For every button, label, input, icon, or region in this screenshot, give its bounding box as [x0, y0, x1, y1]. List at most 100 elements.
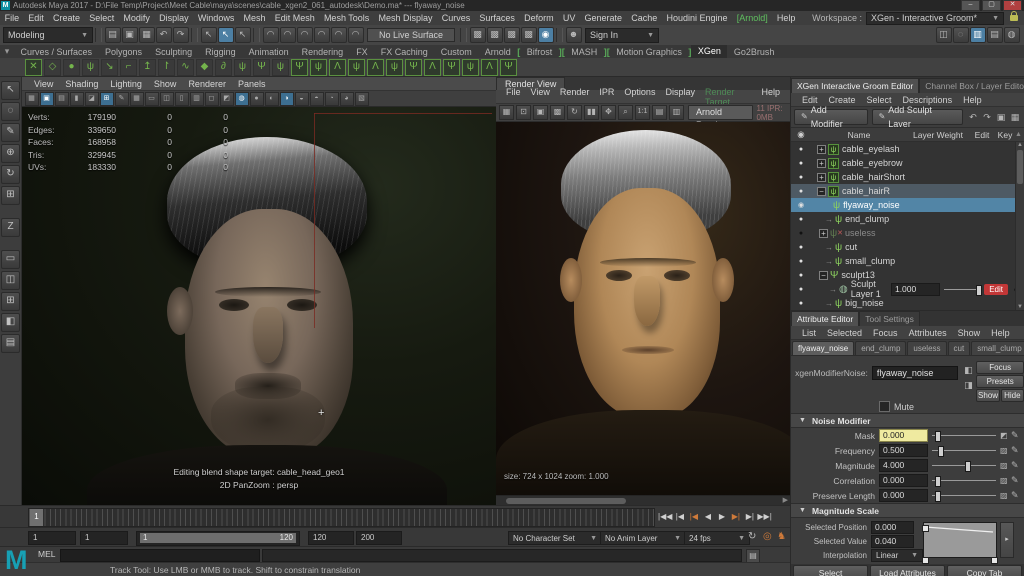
paint-select-tool-icon[interactable]: ✎	[1, 123, 20, 142]
motion-blur-icon[interactable]: ◔	[324, 91, 339, 106]
ao-icon[interactable]: ◓	[309, 91, 324, 106]
presets-button[interactable]: Presets	[976, 375, 1024, 388]
xgen-add-guides-icon[interactable]: ψ	[82, 58, 99, 76]
texture-map-icon[interactable]: ▨	[1000, 491, 1011, 500]
tree-row[interactable]: ● − Ψ sculpt13	[791, 268, 1024, 282]
viewport-menu-item[interactable]: Lighting	[104, 79, 148, 89]
viewport-menu-item[interactable]: View	[28, 79, 59, 89]
expression-icon[interactable]: ✎	[1011, 460, 1024, 471]
shelf-tab[interactable]: Go2Brush	[727, 47, 781, 57]
render-view-icon[interactable]: ◉	[537, 27, 554, 43]
prev-node-icon[interactable]: ◧	[962, 364, 974, 376]
safe-action-icon[interactable]: ◻	[204, 91, 219, 106]
ramp-widget[interactable]	[922, 522, 998, 564]
zoom-icon[interactable]: ⌕	[618, 105, 633, 120]
xgen-cut-icon[interactable]: ↾	[158, 58, 175, 76]
menu-item[interactable]: Mesh Tools	[319, 13, 374, 23]
remove-image-icon[interactable]: ▥	[669, 105, 684, 120]
trash-icon[interactable]: ▦	[1009, 111, 1021, 123]
xgen-place-icon[interactable]: ↘	[101, 58, 118, 76]
menu-item[interactable]: Help	[772, 13, 800, 23]
xgen-tool-icon[interactable]: Ψ	[500, 58, 517, 76]
attribute-menu-item[interactable]: Show	[952, 328, 986, 338]
rotate-tool-icon[interactable]: ↻	[1, 165, 20, 184]
2d-panzoom-icon[interactable]: ⊞	[99, 91, 114, 106]
menu-item[interactable]: Select	[85, 13, 119, 23]
fps-dropdown[interactable]: 24 fps ▼	[684, 531, 750, 545]
ramp-handle[interactable]	[922, 557, 929, 564]
xgen-groom-icon[interactable]: Ψ	[253, 58, 270, 76]
attribute-menu-item[interactable]: Attributes	[903, 328, 952, 338]
layout-hypershade-icon[interactable]: ▤	[1, 334, 20, 353]
ipr-render-icon[interactable]: ▩	[550, 105, 565, 120]
focus-button[interactable]: Focus	[976, 361, 1024, 374]
time-slider[interactable]: 1	[28, 508, 655, 527]
visibility-dot[interactable]: ●	[791, 272, 811, 279]
viewport-menu-item[interactable]: Show	[148, 79, 183, 89]
frequency-value-field[interactable]: 0.500	[879, 444, 928, 457]
isolate-select-icon[interactable]: ▧	[354, 91, 369, 106]
xgen-sculpt-icon[interactable]: Ψ	[291, 58, 308, 76]
camera-lock-icon[interactable]: ▣	[39, 91, 54, 106]
mask-slider[interactable]	[932, 430, 996, 442]
scroll-up-icon[interactable]: ▲	[1015, 131, 1024, 138]
scale-tool-icon[interactable]: ⊞	[1, 186, 20, 205]
bookmark-icon[interactable]: ▮	[69, 91, 84, 106]
visibility-dot[interactable]: ◉	[791, 201, 811, 209]
shelf-tab[interactable]: Sculpting	[149, 47, 199, 57]
attribute-editor-toggle-icon[interactable]: ▥	[969, 27, 986, 43]
tree-row[interactable]: ● → ψ cut	[791, 240, 1024, 254]
scrollbar-thumb[interactable]	[506, 497, 626, 504]
attribute-menu-item[interactable]: Help	[986, 328, 1016, 338]
shelf-tab[interactable]: Polygons	[99, 47, 149, 57]
xgen-brush-icon[interactable]: ψ	[310, 58, 327, 76]
pan-icon[interactable]: ✥	[601, 105, 616, 120]
scroll-down-icon[interactable]: ▼	[1017, 304, 1023, 310]
magnitude-slider[interactable]	[932, 460, 996, 472]
load-attributes-button[interactable]: Load Attributes	[870, 565, 945, 576]
shelf-tab[interactable]: MASH	[565, 47, 604, 57]
tool-settings-toggle-icon[interactable]: ▤	[986, 27, 1003, 43]
xgen-tool-icon[interactable]: Ψ	[443, 58, 460, 76]
layout-persp-outliner-icon[interactable]: ◧	[1, 313, 20, 332]
xgen-tool-icon[interactable]: Λ	[329, 58, 346, 76]
command-input-field[interactable]	[60, 549, 260, 562]
visibility-dot[interactable]: ●	[791, 244, 811, 251]
mask-value-field[interactable]: 0.000	[879, 429, 928, 442]
pause-ipr-icon[interactable]: ▮▮	[584, 105, 599, 120]
next-node-icon[interactable]: ◨	[962, 379, 974, 391]
hypershade-icon[interactable]: ▩	[520, 27, 537, 43]
play-forwards-button[interactable]: ▶	[715, 509, 728, 524]
visibility-dot[interactable]: ●	[791, 216, 811, 223]
layer-weight-field[interactable]: 1.000	[890, 282, 940, 296]
open-scene-icon[interactable]: ▣	[121, 27, 138, 43]
grid-toggle-icon[interactable]: ▦	[129, 91, 144, 106]
visibility-dot[interactable]: ●	[791, 300, 811, 307]
resolution-gate-icon[interactable]: ◫	[159, 91, 174, 106]
menu-item[interactable]: Curves	[437, 13, 475, 23]
script-editor-icon[interactable]: ▤	[746, 549, 760, 563]
mute-checkbox[interactable]	[879, 401, 890, 412]
visibility-dot[interactable]: ●	[791, 174, 811, 181]
snap-curve-icon[interactable]: ◠	[279, 27, 296, 43]
layout-two-pane-icon[interactable]: ◫	[1, 271, 20, 290]
correlation-value-field[interactable]: 0.000	[879, 474, 928, 487]
scroll-up-icon[interactable]: ▲	[1017, 142, 1023, 148]
menu-item[interactable]: Edit	[24, 13, 49, 23]
shelf-tab[interactable]: Custom	[434, 47, 478, 57]
shelf-tab[interactable]: Bifrost	[520, 47, 559, 57]
xgen-density-icon[interactable]: ●	[63, 58, 80, 76]
tree-row[interactable]: ● + ψ cable_hairShort	[791, 170, 1024, 184]
shelf-tab[interactable]: Arnold	[478, 47, 517, 57]
step-back-key-button[interactable]: |◀	[687, 509, 700, 524]
current-time-marker[interactable]: 1	[30, 509, 43, 526]
attribute-menu-item[interactable]: Focus	[868, 328, 904, 338]
menu-item[interactable]: Mesh Display	[374, 13, 437, 23]
divider[interactable]	[460, 28, 467, 42]
add-sculpt-layer-button[interactable]: ✎ Add Sculpt Layer	[871, 105, 963, 129]
scrollbar-thumb[interactable]	[1017, 150, 1023, 184]
gate-mask-icon[interactable]: ▯	[174, 91, 189, 106]
move-tool-icon[interactable]: ⊕	[1, 144, 20, 163]
groom-menu-item[interactable]: Help	[958, 95, 988, 105]
tab-tool-settings[interactable]: Tool Settings	[859, 311, 920, 326]
